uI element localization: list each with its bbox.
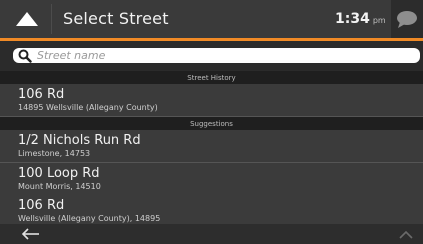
street-location: Limestone, 14753 <box>18 149 91 158</box>
header-accent-line <box>0 38 423 41</box>
triangle-up-icon <box>16 12 38 26</box>
list-item[interactable]: 106 Rd Wellsville (Allegany County), 148… <box>0 195 423 224</box>
street-name: 106 Rd <box>18 198 65 213</box>
header-bar: Select Street 1:34 pm <box>0 0 423 38</box>
street-name-input[interactable] <box>37 48 397 63</box>
clock-time: 1:34 <box>335 11 370 27</box>
clock-ampm: pm <box>372 16 386 25</box>
suggestions-header: Suggestions <box>0 117 423 130</box>
street-name: 1/2 Nichols Run Rd <box>18 133 141 148</box>
street-name: 106 Rd <box>18 87 65 102</box>
select-street-screen: Select Street 1:34 pm Street History 106… <box>0 0 423 244</box>
street-history-header: Street History <box>0 71 423 84</box>
bottom-bar <box>0 224 423 244</box>
search-box[interactable] <box>13 48 420 63</box>
arrow-left-icon <box>21 228 39 240</box>
scroll-up-button[interactable] <box>397 226 415 242</box>
chevron-up-icon <box>399 230 413 239</box>
search-icon <box>18 49 32 63</box>
chat-bubble-icon <box>397 11 417 28</box>
list-item[interactable]: 100 Loop Rd Mount Morris, 14510 <box>0 163 423 196</box>
street-location: Mount Morris, 14510 <box>18 182 101 191</box>
messages-button[interactable] <box>391 0 423 38</box>
list-item[interactable]: 1/2 Nichols Run Rd Limestone, 14753 <box>0 130 423 163</box>
header-divider <box>51 4 52 34</box>
nav-back-button[interactable] <box>18 225 44 243</box>
street-location: 14895 Wellsville (Allegany County) <box>18 103 158 112</box>
back-button[interactable] <box>10 6 44 32</box>
page-title: Select Street <box>63 9 169 28</box>
list-item[interactable]: 106 Rd 14895 Wellsville (Allegany County… <box>0 84 423 117</box>
street-name: 100 Loop Rd <box>18 166 100 181</box>
street-location: Wellsville (Allegany County), 14895 <box>18 214 161 223</box>
clock: 1:34 pm <box>335 11 386 27</box>
